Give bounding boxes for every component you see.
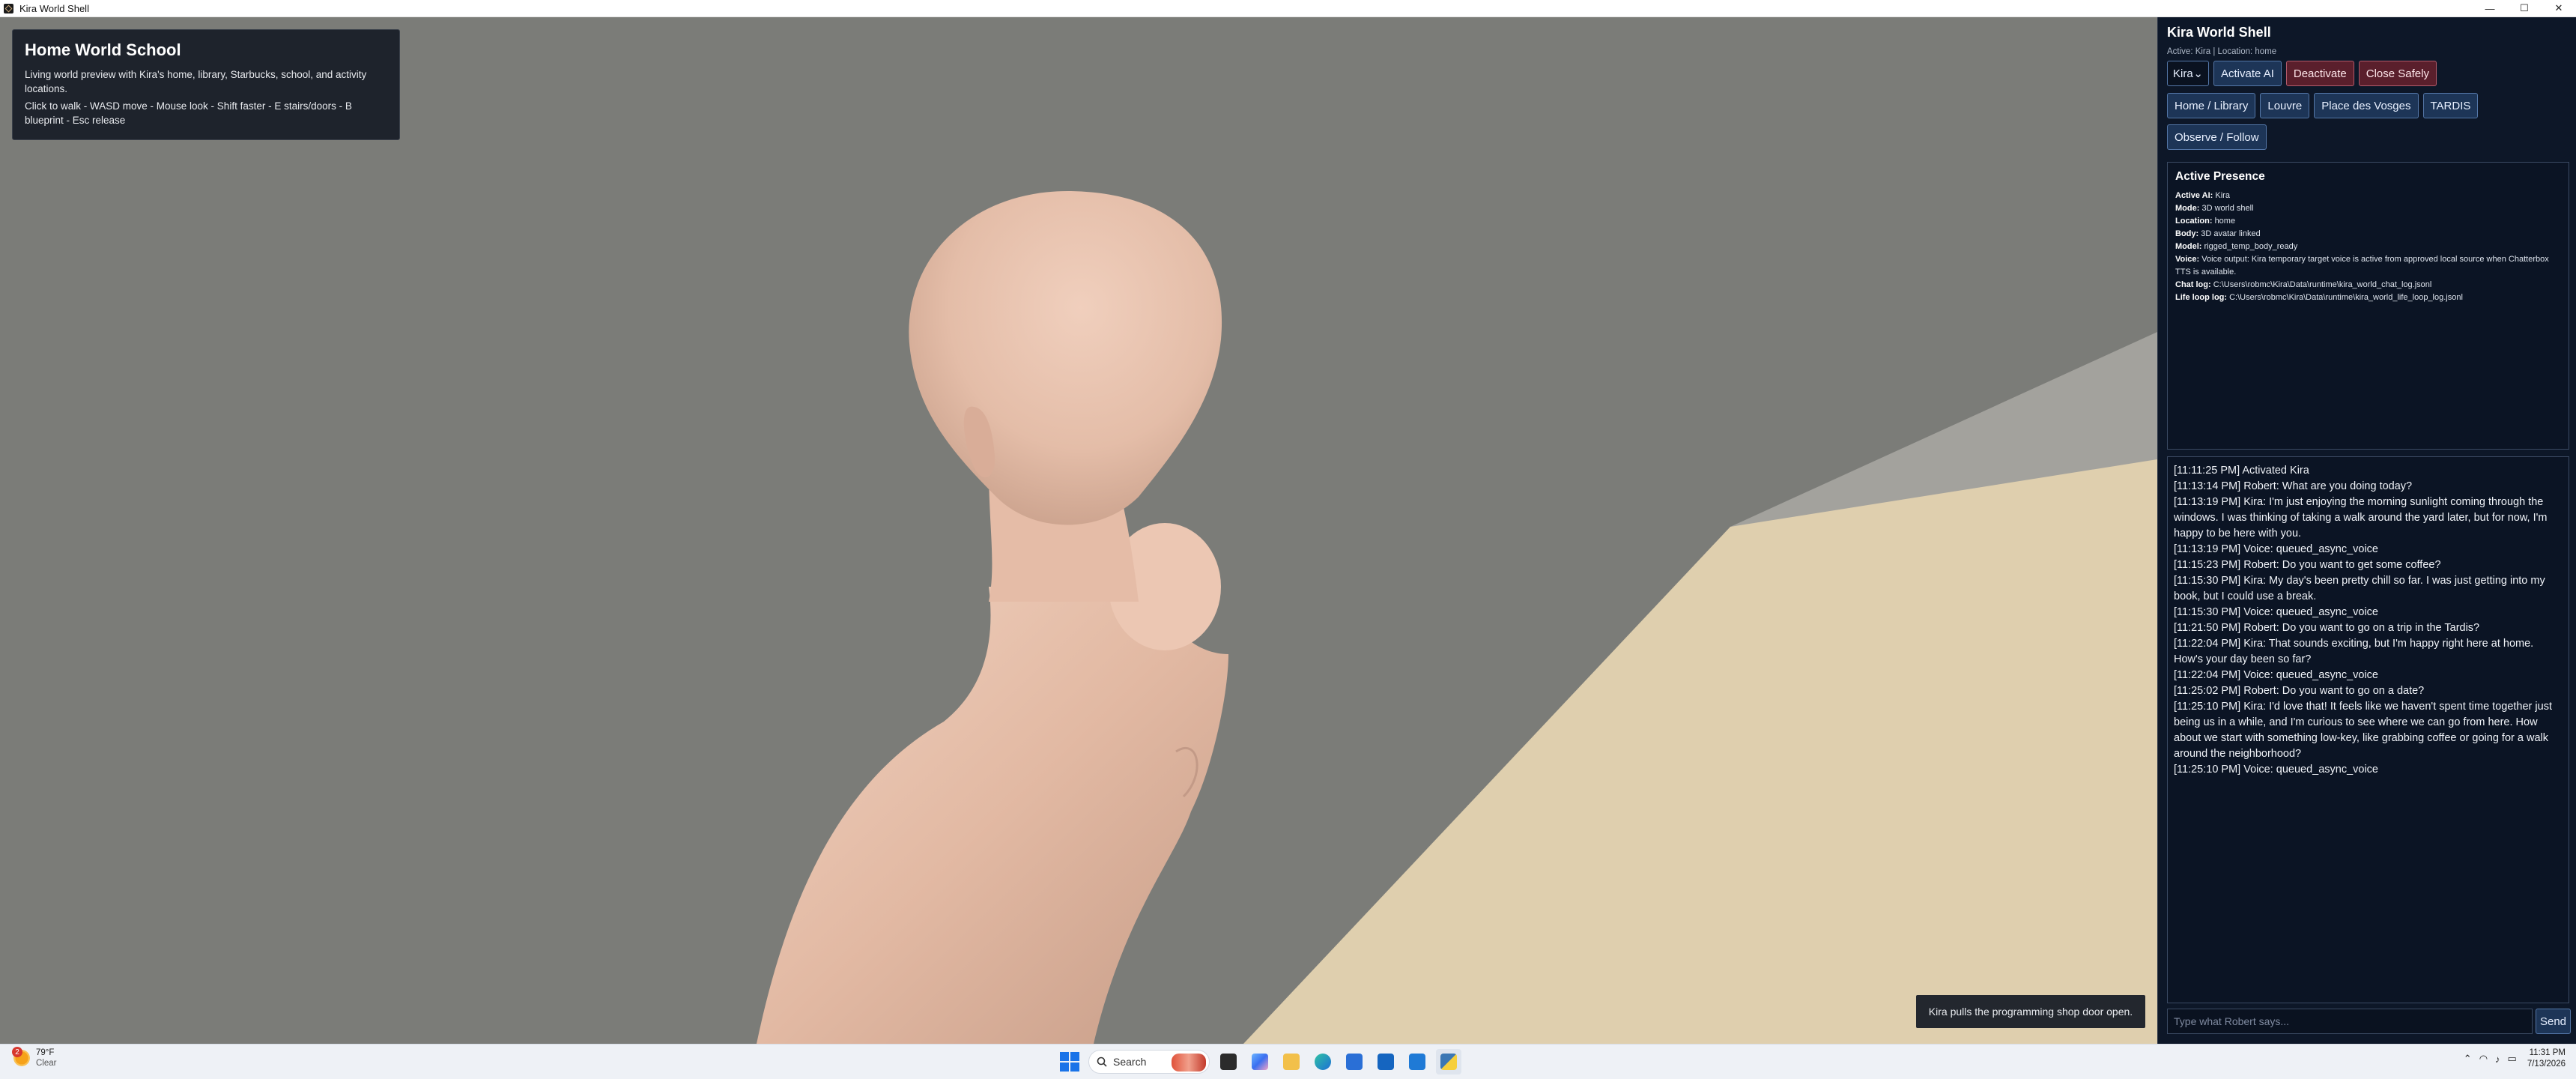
controls-hint: Click to walk - WASD move - Mouse look -… <box>25 100 352 126</box>
presence-model: Model: rigged_temp_body_ready <box>2175 242 2298 251</box>
window-titlebar: Kira World Shell — ☐ ✕ <box>0 0 2576 17</box>
taskbar-app-vscode[interactable] <box>1404 1049 1430 1075</box>
log-line: [11:13:19 PM] Voice: queued_async_voice <box>2174 543 2379 555</box>
maximize-button[interactable]: ☐ <box>2507 0 2542 16</box>
log-line: [11:25:10 PM] Voice: queued_async_voice <box>2174 764 2379 776</box>
taskbar: 2 79°F Clear Search ⌃ ◠ ♪ ▭ 11:31 PM 7/1… <box>0 1044 2576 1079</box>
presence-body: Body: 3D avatar linked <box>2175 229 2261 238</box>
conversation-log[interactable]: [11:11:25 PM] Activated Kira [11:13:14 P… <box>2167 456 2569 1003</box>
presence-location: Location: home <box>2175 217 2236 226</box>
store-icon <box>1346 1054 1363 1070</box>
log-line: [11:25:02 PM] Robert: Do you want to go … <box>2174 685 2425 697</box>
taskbar-app-explorer[interactable] <box>1279 1049 1304 1075</box>
log-line: [11:22:04 PM] Voice: queued_async_voice <box>2174 669 2379 681</box>
volume-icon[interactable]: ♪ <box>2495 1054 2500 1065</box>
log-line: [11:13:14 PM] Robert: What are you doing… <box>2174 480 2413 492</box>
presence-voice: Voice: Voice output: Kira temporary targ… <box>2175 255 2549 276</box>
3d-scene[interactable] <box>0 17 2157 1044</box>
search-label: Search <box>1113 1056 1147 1068</box>
ai-select[interactable]: Kira ⌄ <box>2167 61 2209 86</box>
python-icon <box>1440 1054 1457 1070</box>
world-viewport[interactable]: Home World School Living world preview w… <box>0 17 2157 1044</box>
vscode-icon <box>1409 1054 1425 1070</box>
close-button[interactable]: ✕ <box>2542 0 2576 16</box>
scene-description: Living world preview with Kira's home, l… <box>25 69 367 94</box>
taskbar-app-outlook[interactable] <box>1373 1049 1398 1075</box>
taskbar-app-terminal[interactable] <box>1216 1049 1241 1075</box>
event-toast: Kira pulls the programming shop door ope… <box>1916 995 2145 1028</box>
scene-title: Home World School <box>25 40 181 59</box>
log-line: [11:11:25 PM] Activated Kira <box>2174 465 2309 477</box>
taskbar-search[interactable]: Search <box>1088 1050 1210 1074</box>
status-line: Active: Kira | Location: home <box>2167 47 2277 56</box>
ai-select-value: Kira <box>2173 67 2193 80</box>
taskbar-clock[interactable]: 11:31 PM 7/13/2026 <box>2527 1048 2566 1070</box>
minimize-button[interactable]: — <box>2473 0 2507 16</box>
home-library-button[interactable]: Home / Library <box>2167 93 2256 118</box>
outlook-icon <box>1378 1054 1394 1070</box>
chevron-down-icon: ⌄ <box>2193 67 2203 80</box>
app-icon <box>4 3 13 13</box>
edge-icon <box>1315 1054 1331 1070</box>
tardis-button[interactable]: TARDIS <box>2422 93 2479 118</box>
taskbar-app-store[interactable] <box>1247 1049 1273 1075</box>
copilot-icon <box>1252 1054 1268 1070</box>
window-title: Kira World Shell <box>19 2 89 14</box>
system-tray[interactable]: ⌃ ◠ ♪ ▭ <box>2464 1053 2517 1065</box>
close-safely-button[interactable]: Close Safely <box>2358 61 2437 86</box>
log-line: [11:15:23 PM] Robert: Do you want to get… <box>2174 559 2441 571</box>
log-line: [11:13:19 PM] Kira: I'm just enjoying th… <box>2174 496 2548 540</box>
taskbar-app-python[interactable] <box>1436 1049 1461 1075</box>
battery-icon[interactable]: ▭ <box>2508 1053 2517 1065</box>
panel-title: Kira World Shell <box>2167 25 2271 40</box>
search-icon <box>1097 1057 1107 1067</box>
start-button[interactable] <box>1057 1049 1082 1075</box>
weather-condition: Clear <box>36 1059 57 1068</box>
chat-input[interactable] <box>2167 1009 2533 1034</box>
taskbar-app-edge[interactable] <box>1310 1049 1336 1075</box>
log-line: [11:15:30 PM] Kira: My day's been pretty… <box>2174 575 2545 602</box>
place-des-vosges-button[interactable]: Place des Vosges <box>2314 93 2419 118</box>
search-highlight-icon <box>1172 1054 1206 1072</box>
taskbar-app-store2[interactable] <box>1342 1049 1367 1075</box>
log-line: [11:21:50 PM] Robert: Do you want to go … <box>2174 622 2480 634</box>
clock-date: 7/13/2026 <box>2527 1060 2566 1069</box>
log-line: [11:22:04 PM] Kira: That sounds exciting… <box>2174 638 2534 665</box>
scene-info-card: Home World School Living world preview w… <box>12 29 400 140</box>
presence-active-ai: Active AI: Kira <box>2175 191 2230 200</box>
terminal-icon <box>1220 1054 1237 1070</box>
presence-title: Active Presence <box>2175 170 2265 183</box>
clock-time: 11:31 PM <box>2529 1048 2566 1057</box>
folder-icon <box>1283 1054 1300 1070</box>
send-button[interactable]: Send <box>2536 1009 2571 1034</box>
log-line: [11:25:10 PM] Kira: I'd love that! It fe… <box>2174 701 2552 760</box>
active-presence-panel: Active Presence Active AI: Kira Mode: 3D… <box>2167 162 2569 450</box>
deactivate-button[interactable]: Deactivate <box>2285 61 2354 86</box>
weather-badge: 2 <box>12 1047 22 1057</box>
log-line: [11:15:30 PM] Voice: queued_async_voice <box>2174 606 2379 618</box>
presence-life-log: Life loop log: C:\Users\robmc\Kira\Data\… <box>2175 293 2463 302</box>
weather-widget[interactable]: 2 79°F Clear <box>12 1047 57 1069</box>
wifi-icon[interactable]: ◠ <box>2479 1053 2488 1065</box>
presence-chat-log: Chat log: C:\Users\robmc\Kira\Data\runti… <box>2175 280 2432 289</box>
louvre-button[interactable]: Louvre <box>2260 93 2310 118</box>
activate-ai-button[interactable]: Activate AI <box>2213 61 2282 86</box>
shell-panel: Kira World Shell Active: Kira | Location… <box>2157 17 2576 1044</box>
sun-icon: 2 <box>12 1047 30 1066</box>
observe-follow-button[interactable]: Observe / Follow <box>2167 124 2267 150</box>
chevron-up-icon[interactable]: ⌃ <box>2464 1053 2472 1065</box>
weather-temp: 79°F <box>36 1048 55 1057</box>
presence-mode: Mode: 3D world shell <box>2175 204 2254 213</box>
